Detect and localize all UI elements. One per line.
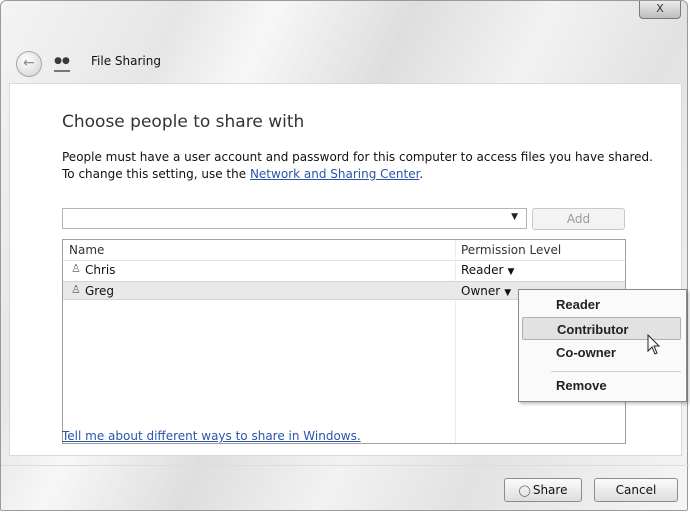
permission-context-menu: Reader Contributor Co-owner Remove — [518, 289, 687, 402]
back-arrow-icon: ← — [23, 55, 35, 71]
column-header-name[interactable]: Name — [69, 243, 104, 257]
column-header-permission[interactable]: Permission Level — [461, 243, 561, 257]
file-sharing-icon: ●● — [54, 54, 70, 72]
description-suffix: . — [419, 167, 424, 181]
menu-item-remove[interactable]: Remove — [522, 374, 681, 397]
user-name: Greg — [85, 284, 114, 298]
mouse-cursor-icon — [647, 334, 661, 355]
help-link[interactable]: Tell me about different ways to share in… — [62, 429, 361, 443]
share-button-label: Share — [532, 483, 568, 497]
shield-icon: ◯ — [518, 484, 531, 497]
user-icon: ♙ — [71, 262, 81, 275]
permission-dropdown[interactable]: Reader ▼ — [461, 263, 514, 277]
user-icon: ♙ — [71, 283, 81, 296]
list-header: Name Permission Level — [63, 240, 625, 261]
menu-item-reader[interactable]: Reader — [522, 293, 681, 316]
permission-value: Reader — [461, 263, 504, 277]
page-heading: Choose people to share with — [62, 112, 305, 132]
user-name: Chris — [85, 263, 116, 277]
close-icon: X — [656, 2, 664, 15]
close-button[interactable]: X — [639, 1, 681, 19]
permission-dropdown[interactable]: Owner ▼ — [461, 284, 511, 298]
footer-divider — [1, 465, 689, 466]
menu-separator — [551, 371, 681, 372]
description-text: People must have a user account and pass… — [62, 149, 662, 183]
permission-value: Owner — [461, 284, 501, 298]
window-title: File Sharing — [91, 54, 161, 68]
network-sharing-center-link[interactable]: Network and Sharing Center — [250, 167, 419, 181]
dropdown-arrow-icon: ▼ — [504, 288, 512, 298]
file-sharing-window: X ← ●● File Sharing Choose people to sha… — [0, 0, 689, 511]
add-button[interactable]: Add — [532, 208, 625, 230]
dropdown-arrow-icon: ▼ — [507, 267, 515, 277]
share-button[interactable]: ◯ Share — [504, 478, 582, 502]
back-button[interactable]: ← — [16, 51, 42, 77]
list-row-chris[interactable]: ♙ Chris Reader ▼ — [63, 261, 625, 280]
user-picker-combobox[interactable]: ▼ — [62, 208, 527, 229]
dropdown-arrow-icon[interactable]: ▼ — [511, 212, 518, 222]
cancel-button[interactable]: Cancel — [594, 478, 678, 502]
